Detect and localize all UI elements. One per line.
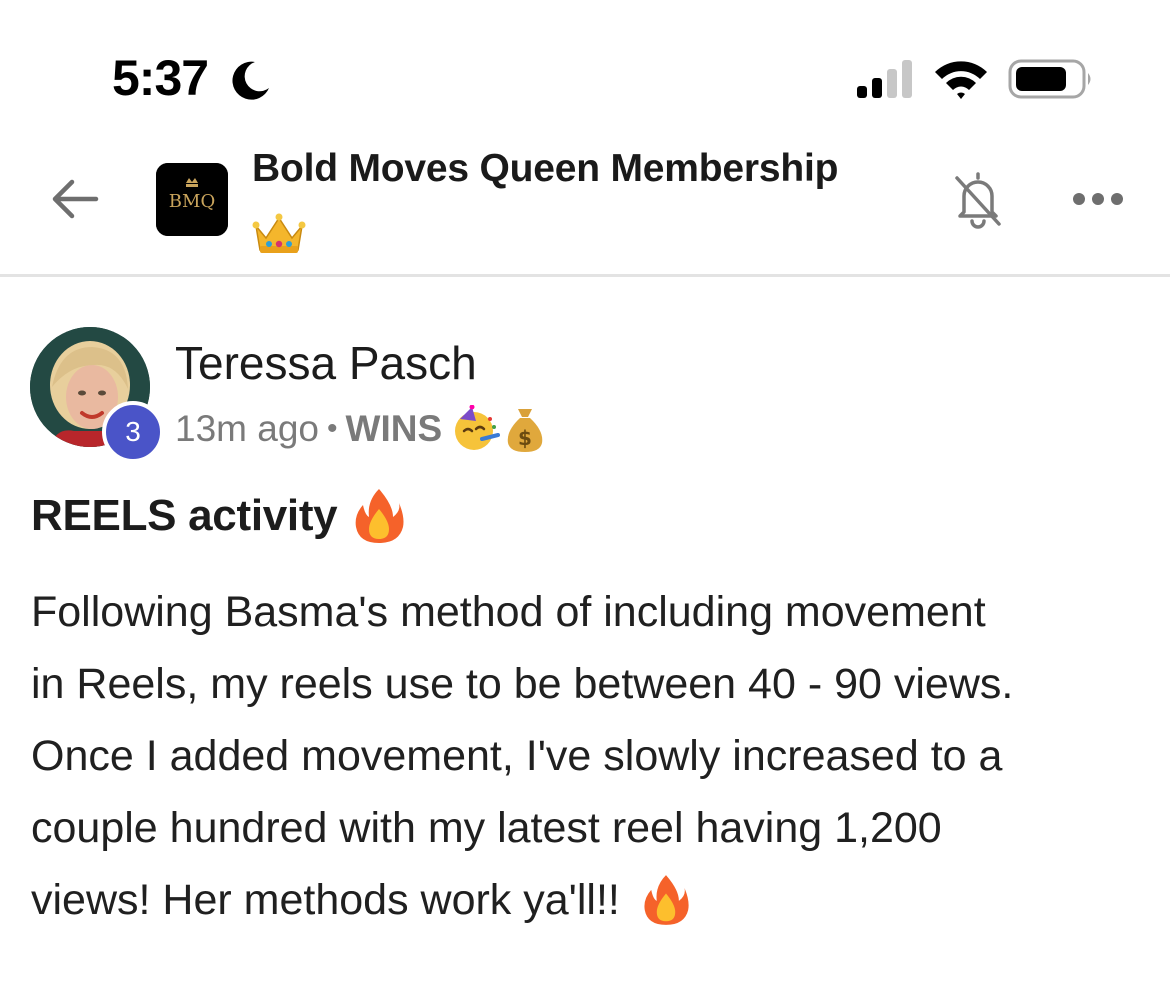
more-icon[interactable]	[1072, 188, 1124, 210]
status-bar: 5:37	[0, 0, 1170, 130]
bmq-logo-image: BMQ	[156, 163, 228, 236]
group-logo[interactable]: BMQ	[156, 163, 228, 236]
group-title[interactable]: Bold Moves Queen Membership	[252, 146, 838, 192]
level-badge: 3	[102, 401, 164, 463]
moon-icon	[232, 61, 269, 100]
logo-text: BMQ	[169, 191, 215, 212]
svg-text:$: $	[518, 426, 532, 450]
post-title[interactable]: REELS activity	[31, 486, 405, 546]
post-time: 13m ago	[175, 408, 319, 449]
author-name[interactable]: Teressa Pasch	[175, 337, 477, 389]
group-header: BMQ Bold Moves Queen Membership	[0, 130, 1170, 277]
fire-emoji	[644, 875, 689, 925]
post-body-line: Once I added movement, I've slowly incre…	[31, 732, 1003, 780]
post-category[interactable]: WINS	[346, 408, 443, 450]
money-bag-emoji: $	[507, 409, 543, 452]
post-body: Following Basma's method of including mo…	[31, 576, 1141, 936]
back-arrow-icon[interactable]	[48, 172, 102, 226]
bell-muted-icon[interactable]	[951, 168, 1005, 230]
status-time: 5:37	[112, 50, 209, 106]
meta-separator: •	[327, 412, 338, 445]
post-body-line: in Reels, my reels use to be between 40 …	[31, 660, 1014, 708]
post-meta: 13m ago • WINS $	[175, 404, 546, 454]
post-body-line: couple hundred with my latest reel havin…	[31, 804, 942, 852]
party-face-emoji	[455, 405, 501, 450]
post-body-line: Following Basma's method of including mo…	[31, 588, 986, 636]
wifi-icon	[935, 61, 987, 99]
post-body-line-last: views! Her methods work ya'll!!	[31, 864, 1141, 936]
battery-icon	[1008, 59, 1091, 99]
crown-emoji	[252, 213, 306, 253]
post-body-line-text: views! Her methods work ya'll!!	[31, 876, 620, 924]
post-title-text: REELS activity	[31, 491, 338, 540]
signal-icon	[857, 60, 912, 98]
fire-emoji	[355, 489, 404, 543]
